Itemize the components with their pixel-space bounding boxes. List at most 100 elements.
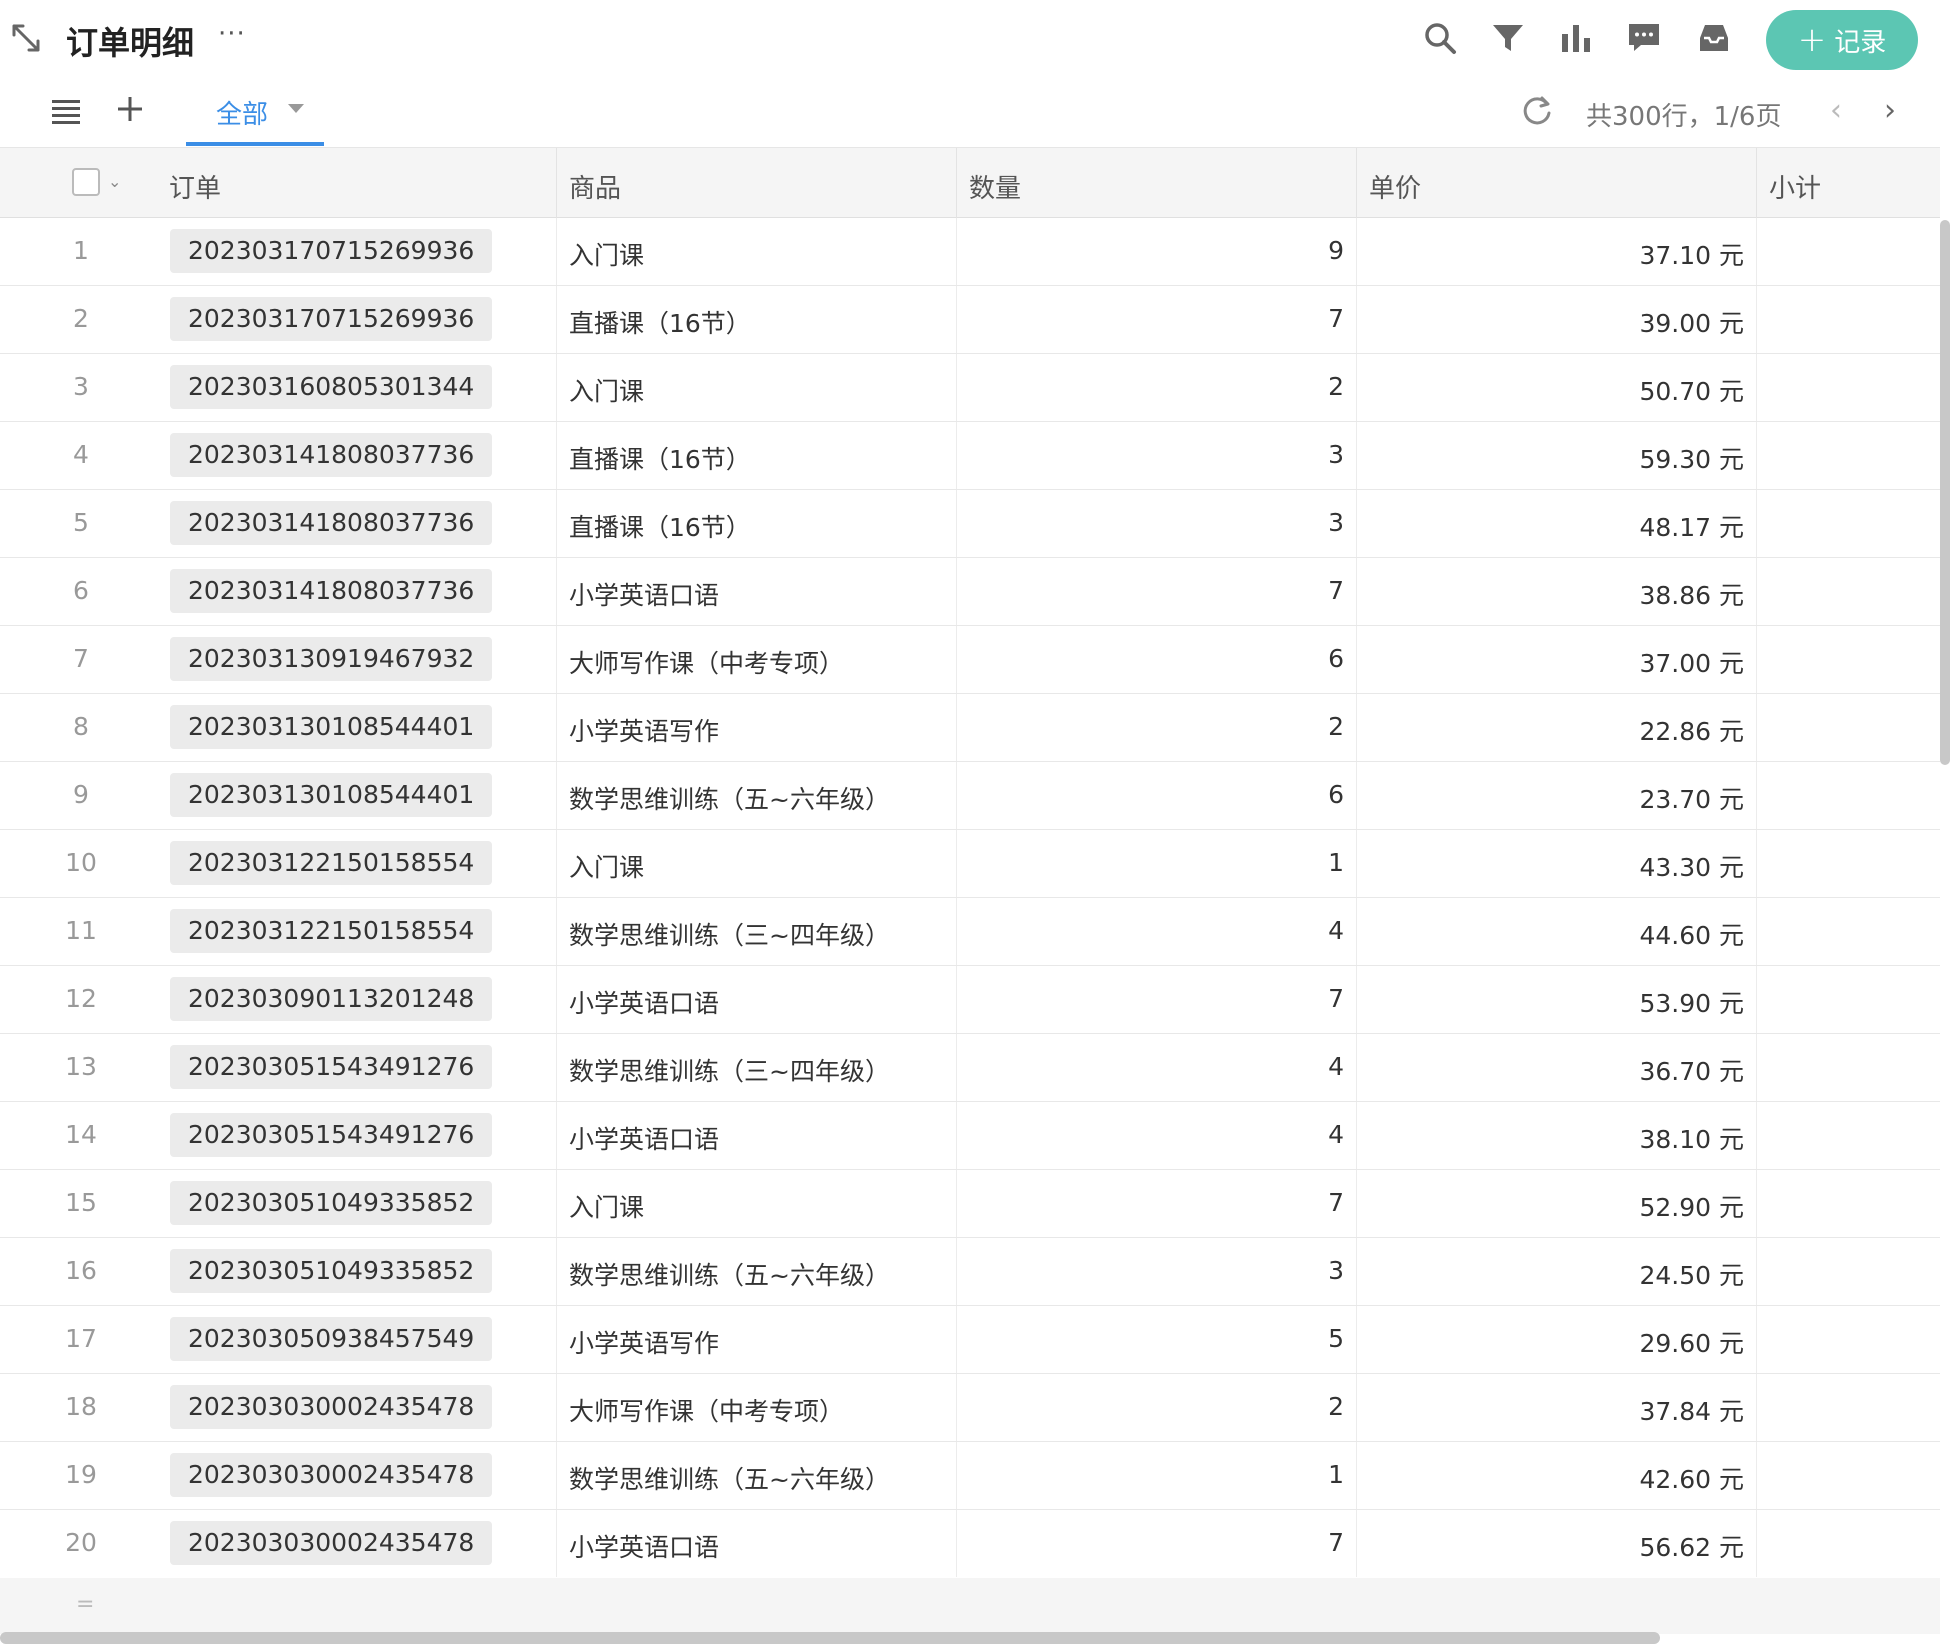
qty-cell[interactable]: 4	[957, 1102, 1357, 1169]
qty-cell[interactable]: 7	[957, 558, 1357, 625]
subtotal-cell[interactable]	[1757, 762, 1940, 829]
qty-cell[interactable]: 7	[957, 1170, 1357, 1237]
order-cell[interactable]: 202303122150158554	[166, 898, 557, 965]
table-row[interactable]: 15 202303051049335852 入门课 7 52.90 元	[0, 1170, 1940, 1238]
subtotal-cell[interactable]	[1757, 354, 1940, 421]
goods-cell[interactable]: 小学英语口语	[557, 1510, 957, 1577]
goods-cell[interactable]: 入门课	[557, 354, 957, 421]
qty-cell[interactable]: 2	[957, 1374, 1357, 1441]
qty-cell[interactable]: 3	[957, 422, 1357, 489]
subtotal-cell[interactable]	[1757, 1238, 1940, 1305]
price-cell[interactable]: 38.86 元	[1357, 558, 1757, 625]
table-row[interactable]: 3 202303160805301344 入门课 2 50.70 元	[0, 354, 1940, 422]
table-row[interactable]: 6 202303141808037736 小学英语口语 7 38.86 元	[0, 558, 1940, 626]
subtotal-cell[interactable]	[1757, 966, 1940, 1033]
table-row[interactable]: 4 202303141808037736 直播课（16节） 3 59.30 元	[0, 422, 1940, 490]
price-cell[interactable]: 53.90 元	[1357, 966, 1757, 1033]
order-tag[interactable]: 202303051543491276	[170, 1113, 493, 1157]
refresh-icon[interactable]	[1520, 94, 1554, 128]
order-tag[interactable]: 202303122150158554	[170, 909, 493, 953]
order-tag[interactable]: 202303141808037736	[170, 501, 493, 545]
qty-cell[interactable]: 6	[957, 626, 1357, 693]
price-cell[interactable]: 38.10 元	[1357, 1102, 1757, 1169]
qty-cell[interactable]: 2	[957, 354, 1357, 421]
price-cell[interactable]: 37.00 元	[1357, 626, 1757, 693]
order-tag[interactable]: 202303160805301344	[170, 365, 493, 409]
order-tag[interactable]: 202303130108544401	[170, 773, 493, 817]
price-cell[interactable]: 29.60 元	[1357, 1306, 1757, 1373]
subtotal-cell[interactable]	[1757, 218, 1940, 285]
order-tag[interactable]: 202303170715269936	[170, 297, 493, 341]
table-row[interactable]: 8 202303130108544401 小学英语写作 2 22.86 元	[0, 694, 1940, 762]
order-tag[interactable]: 202303030002435478	[170, 1521, 493, 1565]
next-page-icon[interactable]: ›	[1884, 96, 1896, 126]
order-tag[interactable]: 202303130108544401	[170, 705, 493, 749]
order-cell[interactable]: 202303051543491276	[166, 1034, 557, 1101]
price-cell[interactable]: 56.62 元	[1357, 1510, 1757, 1577]
order-cell[interactable]: 202303051049335852	[166, 1238, 557, 1305]
order-tag[interactable]: 202303141808037736	[170, 569, 493, 613]
price-cell[interactable]: 48.17 元	[1357, 490, 1757, 557]
subtotal-cell[interactable]	[1757, 490, 1940, 557]
goods-cell[interactable]: 大师写作课（中考专项）	[557, 1374, 957, 1441]
qty-cell[interactable]: 5	[957, 1306, 1357, 1373]
search-icon[interactable]	[1422, 20, 1458, 56]
select-all-checkbox[interactable]	[72, 168, 100, 196]
goods-cell[interactable]: 数学思维训练（五~六年级）	[557, 762, 957, 829]
bar-chart-icon[interactable]	[1558, 20, 1594, 56]
order-cell[interactable]: 202303051049335852	[166, 1170, 557, 1237]
order-cell[interactable]: 202303130919467932	[166, 626, 557, 693]
order-cell[interactable]: 202303030002435478	[166, 1374, 557, 1441]
goods-cell[interactable]: 小学英语口语	[557, 1102, 957, 1169]
order-tag[interactable]: 202303030002435478	[170, 1385, 493, 1429]
table-row[interactable]: 19 202303030002435478 数学思维训练（五~六年级） 1 42.60 …	[0, 1442, 1940, 1510]
order-cell[interactable]: 202303170715269936	[166, 286, 557, 353]
subtotal-cell[interactable]	[1757, 626, 1940, 693]
order-cell[interactable]: 202303160805301344	[166, 354, 557, 421]
chevron-down-icon[interactable]	[288, 104, 304, 113]
price-cell[interactable]: 37.10 元	[1357, 218, 1757, 285]
add-row-bar[interactable]: =	[0, 1578, 1940, 1634]
subtotal-cell[interactable]	[1757, 286, 1940, 353]
subtotal-cell[interactable]	[1757, 558, 1940, 625]
order-tag[interactable]: 202303141808037736	[170, 433, 493, 477]
price-cell[interactable]: 52.90 元	[1357, 1170, 1757, 1237]
qty-cell[interactable]: 7	[957, 1510, 1357, 1577]
horizontal-scrollbar[interactable]	[0, 1632, 1660, 1644]
goods-cell[interactable]: 入门课	[557, 830, 957, 897]
order-cell[interactable]: 202303141808037736	[166, 422, 557, 489]
order-tag[interactable]: 202303030002435478	[170, 1453, 493, 1497]
subtotal-cell[interactable]	[1757, 1306, 1940, 1373]
subtotal-cell[interactable]	[1757, 1102, 1940, 1169]
subtotal-cell[interactable]	[1757, 1170, 1940, 1237]
goods-cell[interactable]: 小学英语口语	[557, 558, 957, 625]
order-tag[interactable]: 202303090113201248	[170, 977, 493, 1021]
price-cell[interactable]: 43.30 元	[1357, 830, 1757, 897]
order-cell[interactable]: 202303141808037736	[166, 558, 557, 625]
qty-cell[interactable]: 6	[957, 762, 1357, 829]
table-row[interactable]: 7 202303130919467932 大师写作课（中考专项） 6 37.00 元	[0, 626, 1940, 694]
price-cell[interactable]: 23.70 元	[1357, 762, 1757, 829]
price-cell[interactable]: 37.84 元	[1357, 1374, 1757, 1441]
order-tag[interactable]: 202303122150158554	[170, 841, 493, 885]
subtotal-cell[interactable]	[1757, 422, 1940, 489]
expand-icon[interactable]	[10, 22, 42, 54]
subtotal-cell[interactable]	[1757, 1510, 1940, 1577]
goods-cell[interactable]: 数学思维训练（五~六年级）	[557, 1442, 957, 1509]
price-cell[interactable]: 39.00 元	[1357, 286, 1757, 353]
goods-cell[interactable]: 入门课	[557, 218, 957, 285]
order-tag[interactable]: 202303170715269936	[170, 229, 493, 273]
price-cell[interactable]: 59.30 元	[1357, 422, 1757, 489]
table-row[interactable]: 10 202303122150158554 入门课 1 43.30 元	[0, 830, 1940, 898]
table-row[interactable]: 9 202303130108544401 数学思维训练（五~六年级） 6 23.70 元	[0, 762, 1940, 830]
table-row[interactable]: 18 202303030002435478 大师写作课（中考专项） 2 37.84 元	[0, 1374, 1940, 1442]
table-row[interactable]: 1 202303170715269936 入门课 9 37.10 元	[0, 218, 1940, 286]
order-tag[interactable]: 202303051543491276	[170, 1045, 493, 1089]
price-cell[interactable]: 24.50 元	[1357, 1238, 1757, 1305]
order-tag[interactable]: 202303051049335852	[170, 1181, 493, 1225]
goods-cell[interactable]: 数学思维训练（三~四年级）	[557, 1034, 957, 1101]
menu-icon[interactable]	[50, 96, 82, 126]
goods-cell[interactable]: 直播课（16节）	[557, 286, 957, 353]
order-cell[interactable]: 202303030002435478	[166, 1442, 557, 1509]
inbox-icon[interactable]	[1696, 20, 1732, 56]
